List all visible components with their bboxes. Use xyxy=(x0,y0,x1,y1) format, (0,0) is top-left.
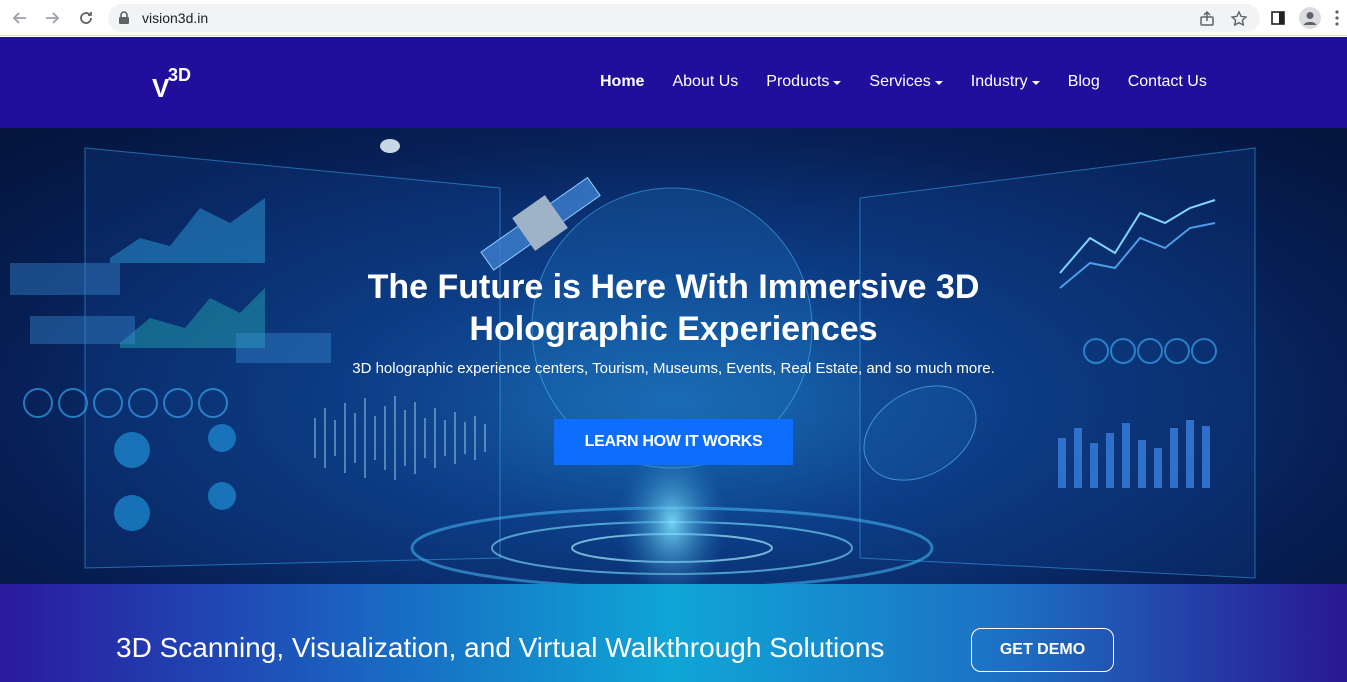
hero-title-line1: The Future is Here With Immersive 3D xyxy=(367,268,980,306)
logo-superscript: 3D xyxy=(168,65,192,85)
nav-industry[interactable]: Industry xyxy=(971,73,1040,91)
nav-products-label: Products xyxy=(766,73,830,90)
nav-home[interactable]: Home xyxy=(600,73,644,91)
nav-blog-label: Blog xyxy=(1067,73,1100,90)
caret-down-icon xyxy=(934,81,943,85)
hologram-background-image xyxy=(10,139,1256,584)
nav-services[interactable]: Services xyxy=(869,73,943,91)
nav-about-us-label: About Us xyxy=(672,73,739,90)
nav-services-label: Services xyxy=(869,73,931,90)
nav-about-us[interactable]: About Us xyxy=(672,73,738,91)
nav-industry-label: Industry xyxy=(970,73,1028,90)
logo-letter: V xyxy=(152,73,170,103)
hero-section: The Future is Here With Immersive 3D Hol… xyxy=(0,128,1347,584)
browser-toolbar: vision3d.in xyxy=(0,0,1347,36)
address-bar[interactable]: vision3d.in xyxy=(108,4,1260,32)
cta-banner: 3D Scanning, Visualization, and Virtual … xyxy=(0,584,1347,682)
hero-title-line2: Holographic Experiences xyxy=(469,310,878,348)
side-panel-icon[interactable] xyxy=(1266,6,1290,30)
hero-title: The Future is Here With Immersive 3D Hol… xyxy=(0,266,1347,350)
nav-contact-us[interactable]: Contact Us xyxy=(1128,73,1207,91)
lock-icon xyxy=(118,11,130,30)
nav-blog[interactable]: Blog xyxy=(1068,73,1100,91)
url-text: vision3d.in xyxy=(142,10,209,26)
forward-arrow-icon[interactable] xyxy=(40,6,64,30)
site-header: V 3D Home About Us Products Services Ind… xyxy=(0,37,1347,128)
back-arrow-icon[interactable] xyxy=(8,6,32,30)
caret-down-icon xyxy=(833,81,842,85)
learn-how-it-works-button[interactable]: LEARN HOW IT WORKS xyxy=(554,419,793,465)
main-nav: Home About Us Products Services Industry… xyxy=(600,73,1235,91)
menu-kebab-icon[interactable] xyxy=(1330,6,1344,30)
caret-down-icon xyxy=(1031,81,1040,85)
profile-avatar-icon[interactable] xyxy=(1298,6,1322,30)
nav-home-label: Home xyxy=(600,73,645,90)
bookmark-star-icon[interactable] xyxy=(1230,10,1248,28)
banner-heading: 3D Scanning, Visualization, and Virtual … xyxy=(116,632,885,663)
hero-subtitle: 3D holographic experience centers, Touri… xyxy=(352,360,995,377)
reload-icon[interactable] xyxy=(74,6,98,30)
nav-products[interactable]: Products xyxy=(766,73,842,91)
share-icon[interactable] xyxy=(1198,10,1216,28)
nav-contact-us-label: Contact Us xyxy=(1127,73,1207,90)
get-demo-button[interactable]: GET DEMO xyxy=(971,628,1114,672)
